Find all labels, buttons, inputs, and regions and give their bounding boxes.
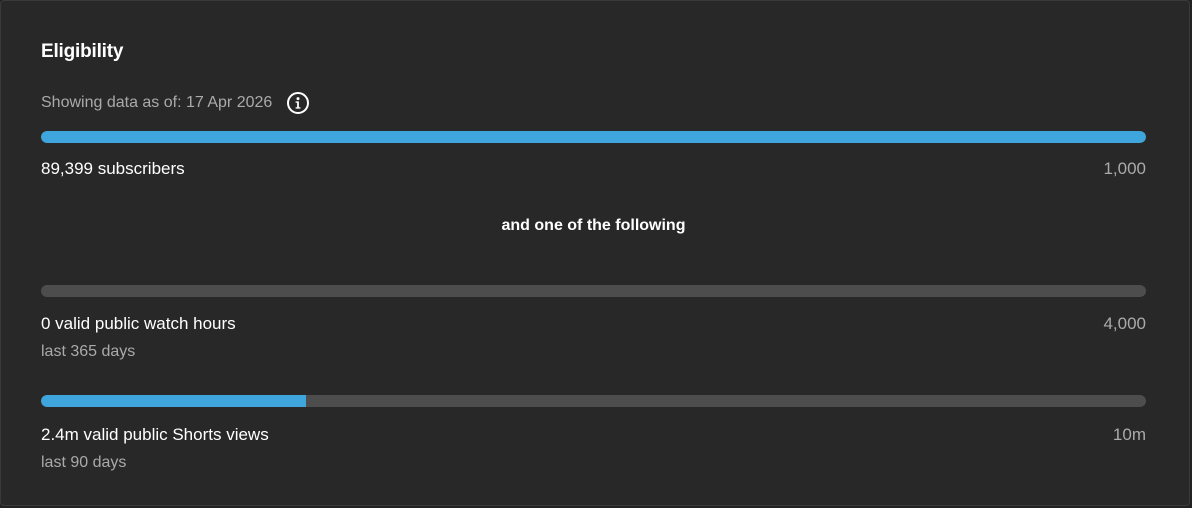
shorts-views-progress-fill [41,395,307,407]
subscribers-target: 1,000 [1103,159,1146,178]
watch-hours-progress-bar [41,285,1146,297]
card-title: Eligibility [41,41,124,62]
subscribers-progress-fill [41,131,1146,143]
info-circle-icon[interactable] [286,91,310,115]
subscribers-metric-row: 89,399 subscribers 1,000 [41,159,1146,179]
watch-hours-label: 0 valid public watch hours [41,314,236,333]
one-of-following-text: and one of the following [501,217,686,234]
watch-hours-target: 4,000 [1103,314,1146,333]
subscribers-label: 89,399 subscribers [41,159,185,178]
data-as-of-row: Showing data as of: 17 Apr 2026 [41,90,310,116]
shorts-views-progress-bar [41,395,1146,407]
eligibility-card: Eligibility Showing data as of: 17 Apr 2… [0,0,1190,506]
shorts-views-metric-row: 2.4m valid public Shorts views 10m [41,425,1146,445]
data-as-of-text: Showing data as of: 17 Apr 2026 [41,94,273,111]
watch-hours-period: last 365 days [41,343,136,360]
shorts-views-target: 10m [1112,425,1146,444]
shorts-views-label: 2.4m valid public Shorts views [41,425,269,444]
subscribers-progress-bar [41,131,1146,143]
shorts-views-period: last 90 days [41,454,127,471]
watch-hours-metric-row: 0 valid public watch hours 4,000 [41,314,1146,334]
